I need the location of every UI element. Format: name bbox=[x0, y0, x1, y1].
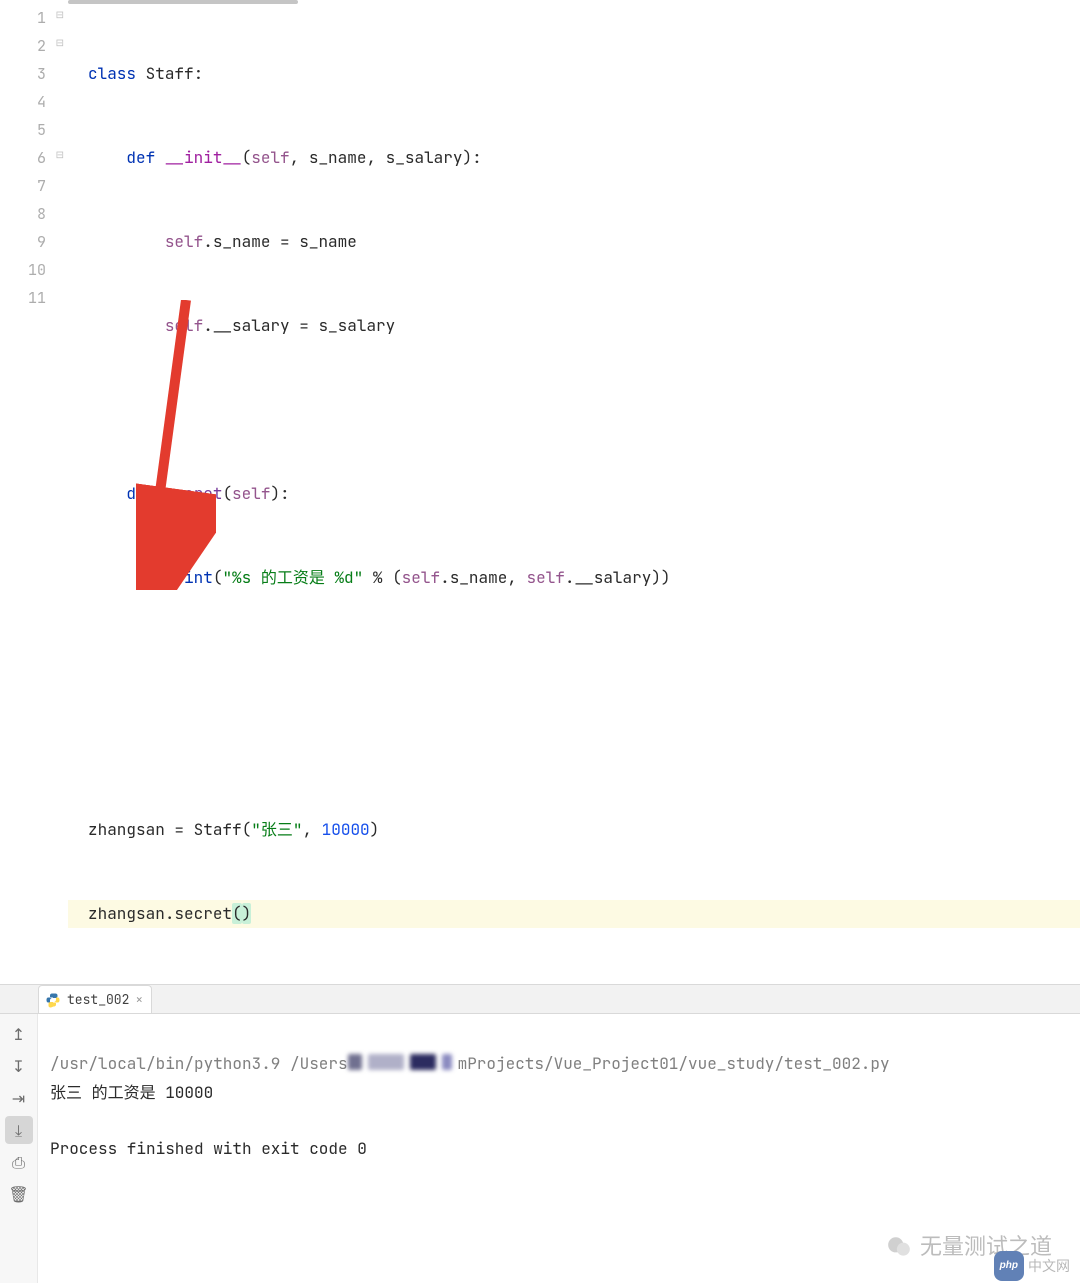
code-line[interactable]: print("%s 的工资是 %d" % (self.s_name, self.… bbox=[68, 564, 1080, 592]
soft-wrap-icon[interactable]: ⇥ bbox=[5, 1084, 33, 1112]
code-line[interactable]: class Staff: bbox=[68, 60, 1080, 88]
redacted-path-segment bbox=[348, 1051, 458, 1079]
print-icon[interactable]: ⎙ bbox=[5, 1148, 33, 1176]
fold-toggle-icon[interactable]: ⊟ bbox=[52, 148, 64, 160]
code-area[interactable]: class Staff: def __init__(self, s_name, … bbox=[68, 0, 1080, 984]
step-up-icon[interactable]: ↥ bbox=[5, 1020, 33, 1048]
line-number-gutter[interactable]: 1 2 3 4 5 6 7 8 9 10 11 ⊟ ⊟ ⊟ bbox=[0, 0, 68, 984]
code-line[interactable]: zhangsan = Staff("张三", 10000) bbox=[68, 816, 1080, 844]
code-line[interactable] bbox=[68, 648, 1080, 676]
fold-toggle-icon[interactable]: ⊟ bbox=[52, 8, 64, 20]
run-tab-bar: test_002 × bbox=[0, 984, 1080, 1014]
python-file-icon bbox=[45, 992, 61, 1008]
run-tab[interactable]: test_002 × bbox=[38, 985, 152, 1013]
console-command-path: /usr/local/bin/python3.9 /UsersmProjects… bbox=[50, 1053, 890, 1074]
code-line[interactable] bbox=[68, 732, 1080, 760]
trash-icon[interactable]: 🗑 bbox=[5, 1180, 33, 1208]
fold-column[interactable]: ⊟ ⊟ ⊟ bbox=[52, 0, 68, 984]
code-line-current[interactable]: zhangsan.secret() bbox=[68, 900, 1080, 928]
fold-toggle-icon[interactable]: ⊟ bbox=[52, 36, 64, 48]
code-editor[interactable]: 1 2 3 4 5 6 7 8 9 10 11 ⊟ ⊟ ⊟ class Staf… bbox=[0, 0, 1080, 984]
console-output[interactable]: /usr/local/bin/python3.9 /UsersmProjects… bbox=[38, 1014, 1080, 1283]
run-tool-window: ↥ ↧ ⇥ ⤓ ⎙ 🗑 /usr/local/bin/python3.9 /Us… bbox=[0, 1014, 1080, 1283]
console-stdout-line: 张三 的工资是 10000 bbox=[50, 1082, 213, 1103]
scroll-to-end-icon[interactable]: ⤓ bbox=[5, 1116, 33, 1144]
close-tab-icon[interactable]: × bbox=[135, 991, 143, 1008]
code-line[interactable]: def secret(self): bbox=[68, 480, 1080, 508]
php-watermark: php 中文网 bbox=[994, 1251, 1070, 1281]
php-badge-icon: php bbox=[994, 1251, 1024, 1281]
run-tab-label: test_002 bbox=[67, 991, 129, 1008]
console-exit-line: Process finished with exit code 0 bbox=[50, 1138, 367, 1159]
code-line[interactable]: self.s_name = s_name bbox=[68, 228, 1080, 256]
code-line[interactable]: def __init__(self, s_name, s_salary): bbox=[68, 144, 1080, 172]
wechat-icon bbox=[886, 1234, 912, 1260]
step-down-icon[interactable]: ↧ bbox=[5, 1052, 33, 1080]
code-line[interactable] bbox=[68, 396, 1080, 424]
code-line[interactable]: self.__salary = s_salary bbox=[68, 312, 1080, 340]
console-toolbar: ↥ ↧ ⇥ ⤓ ⎙ 🗑 bbox=[0, 1014, 38, 1283]
